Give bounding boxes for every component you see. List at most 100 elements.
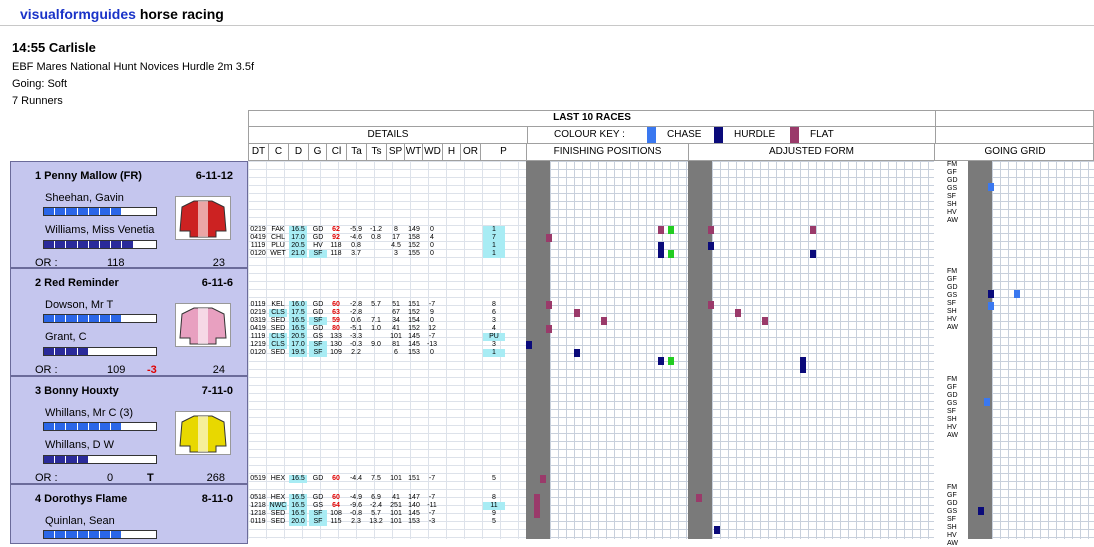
form-cell: -9.6 [349,502,363,509]
col-p[interactable]: P [481,144,527,160]
form-cell: 1 [483,226,505,234]
going-label: HV [947,316,957,323]
form-cell: 7.1 [371,317,381,324]
form-cell: WET [270,250,286,257]
col-d[interactable]: D [289,144,309,160]
details-header: DETAILS COLOUR KEY : CHASE HURDLE FLAT [248,127,1094,144]
form-cell: 0319 [250,317,266,324]
form-cell: 1 [483,349,505,357]
form-cell: -2.4 [369,502,383,509]
going-label: GF [947,384,957,391]
col-ts[interactable]: Ts [367,144,387,160]
form-cell: 6 [492,309,496,316]
form-cell: 12 [428,325,436,332]
form-cell: 145 [408,341,420,348]
trainer-rating-bar [43,240,157,249]
form-marker [978,507,984,515]
form-cell: 118 [330,250,342,257]
last10-label: LAST 10 RACES [553,112,631,123]
adjusted-label: ADJUSTED FORM [689,144,935,160]
col-c[interactable]: C [269,144,289,160]
runner-panel[interactable]: 1 Penny Mallow (FR) 6-11-12 Sheehan, Gavin… [10,161,248,269]
going-label: GS [947,508,958,515]
going-label: GS [947,400,958,407]
going-label: SH [947,524,957,531]
form-cell: 101 [390,518,402,525]
runner-panel[interactable]: 3 Bonny Houxty 7-11-0 Whillans, Mr C (3) Wh… [10,376,248,484]
going-label: GD [947,177,958,184]
trainer-rating-bar [43,455,157,464]
form-marker [574,309,580,317]
form-marker [668,250,674,258]
form-cell: 0120 [250,250,266,257]
form-marker [800,357,806,365]
col-g[interactable]: G [309,144,327,160]
runner-name: 1 Penny Mallow (FR) [35,170,142,182]
form-cell: SED [270,518,286,525]
col-dt[interactable]: DT [249,144,269,160]
form-cell: 4 [492,325,496,332]
last10-header: LAST 10 RACES [248,110,1094,127]
runner-panel[interactable]: 2 Red Reminder 6-11-6 Dowson, Mr T Grant, C… [10,268,248,376]
form-cell: 158 [408,234,420,241]
form-cell: 16.5 [289,317,307,325]
col-or[interactable]: OR [461,144,481,160]
jockey-rating-bar [43,422,157,431]
form-cell: -5.9 [349,226,363,233]
runner-age: 8-11-0 [201,493,233,505]
form-cell: 11 [483,502,505,510]
form-cell: 155 [408,250,420,257]
form-marker [658,250,664,258]
form-cell: 59 [332,317,340,324]
form-marker [546,301,552,309]
going-label: HV [947,424,957,431]
going-label: HV [947,209,957,216]
form-cell: 19.5 [289,349,307,357]
form-cell: 20.5 [289,242,307,250]
form-cell: 153 [408,518,420,525]
form-cell: 0119 [250,301,266,308]
form-cell: -13 [426,341,438,348]
form-marker [988,183,994,191]
form-cell: 5.7 [371,301,381,308]
or-value: 109 [107,364,126,376]
form-cell: 8 [492,494,496,501]
form-marker [601,317,607,325]
runner-name: 4 Dorothys Flame [35,493,128,505]
runner-panel[interactable]: 4 Dorothys Flame 8-11-0 Quinlan, Sean [10,484,248,544]
brand-logo[interactable]: visualformguides horse racing [20,6,224,22]
form-cell: 101 [390,510,402,517]
form-cell: CHL [270,234,285,241]
form-marker [984,398,990,406]
form-cell: -2.8 [349,309,363,316]
form-cell: 0 [430,317,434,324]
col-cl[interactable]: Cl [327,144,347,160]
col-h[interactable]: H [443,144,461,160]
trainer-name: Grant, C [45,331,87,343]
col-wt[interactable]: WT [405,144,423,160]
col-ta[interactable]: Ta [347,144,367,160]
or-delta: T [147,472,154,484]
form-cell: 60 [332,301,340,308]
form-cell: 9 [430,309,434,316]
form-marker [658,226,664,234]
form-cell: PLU [271,242,285,249]
form-marker [546,234,552,242]
form-cell: 92 [332,234,340,241]
form-marker [1014,290,1020,298]
col-sp[interactable]: SP [387,144,405,160]
form-cell: SF [309,250,327,258]
col-wd[interactable]: WD [423,144,443,160]
form-cell: SF [309,510,327,518]
form-cell: 63 [332,309,340,316]
form-cell: 41 [392,325,400,332]
jockey-silks-icon [175,303,231,347]
form-marker [810,250,816,258]
form-cell: -3.3 [349,333,363,340]
form-cell: 3 [492,317,496,324]
form-cell: KEL [271,301,285,308]
form-cell: 5 [492,475,496,482]
form-cell: GD [312,234,324,241]
brand-part1: visualformguides [20,6,136,22]
jockey-name: Dowson, Mr T [45,299,114,311]
